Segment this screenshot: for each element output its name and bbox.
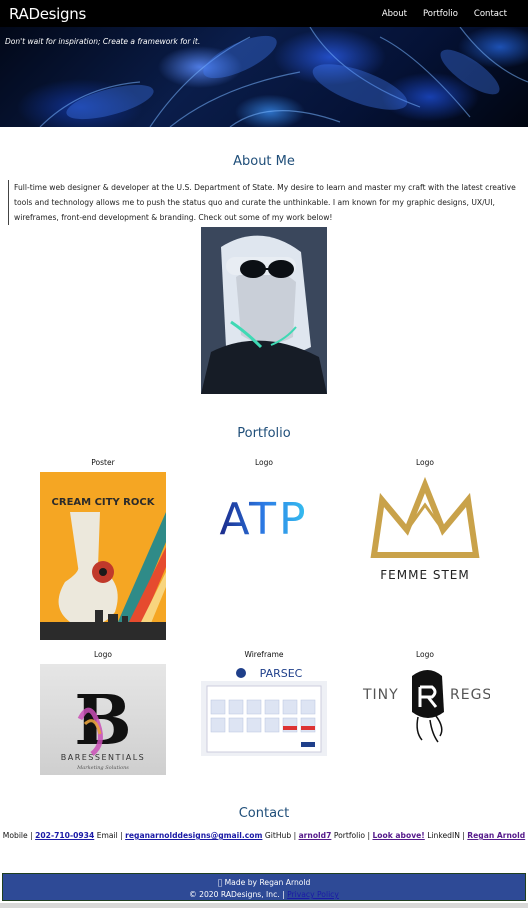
email-link[interactable]: reganarnolddesigns@gmail.com <box>125 831 262 840</box>
contact-info: Mobile | 202-710-0934 Email | reganarnol… <box>0 831 528 840</box>
github-label: GitHub | <box>264 831 297 840</box>
atp-art-text: ATP <box>219 494 308 545</box>
portfolio-link[interactable]: Look above! <box>372 831 424 840</box>
parsec-art-text: PARSEC <box>260 667 303 680</box>
footer-made-by:  Made by Regan Arnold <box>3 877 525 889</box>
bottom-scrollbar[interactable] <box>0 903 528 908</box>
poster-art-text: CREAM CITY ROCK <box>52 497 156 508</box>
profile-photo <box>201 227 327 394</box>
privacy-policy-link[interactable]: Privacy Policy <box>287 890 339 899</box>
portfolio-label-logo-atp: Logo <box>255 458 273 467</box>
portfolio-logo-tiny-regs[interactable]: TINY REGS <box>360 662 490 746</box>
footer-made-by-text: Made by Regan Arnold <box>221 878 311 887</box>
tiny-regs-art-left: TINY <box>362 687 399 703</box>
tiny-regs-art-right: REGS <box>450 687 490 703</box>
linkedin-link[interactable]: Regan Arnold <box>467 831 525 840</box>
portfolio-label-logo-tiny-regs: Logo <box>416 650 434 659</box>
portfolio-logo-baressentials[interactable]: B BARESSENTIALS Marketing Solutions <box>40 664 166 775</box>
mobile-link[interactable]: 202-710-0934 <box>35 831 94 840</box>
contact-title: Contact <box>238 806 290 821</box>
apple-icon:  <box>218 878 223 887</box>
portfolio-label-logo-baressentials: Logo <box>94 650 112 659</box>
copyright-text: © 2020 RADesigns, Inc. | <box>189 890 285 899</box>
baressentials-art-sub: BARESSENTIALS <box>61 753 146 762</box>
portfolio-wireframe-parsec[interactable]: PARSEC <box>201 664 327 756</box>
baressentials-art-letter: B <box>74 681 131 761</box>
footer-copyright: © 2020 RADesigns, Inc. | Privacy Policy <box>3 889 525 901</box>
baressentials-art-sub2: Marketing Solutions <box>76 765 129 771</box>
portfolio-logo-femme-stem[interactable]: FEMME STEM <box>362 475 488 587</box>
nav-link-about[interactable]: About <box>382 9 407 19</box>
hero-banner: Don't wait for inspiration; Create a fra… <box>0 27 528 127</box>
nav-link-contact[interactable]: Contact <box>474 9 507 19</box>
nav-links: About Portfolio Contact <box>366 9 507 19</box>
portfolio-poster-cream-city-rock[interactable]: CREAM CITY ROCK <box>40 472 166 640</box>
femme-stem-art-text: FEMME STEM <box>380 568 469 582</box>
nav-link-portfolio[interactable]: Portfolio <box>423 9 458 19</box>
github-link[interactable]: arnold7 <box>299 831 332 840</box>
linkedin-label: LinkedIN | <box>427 831 465 840</box>
portfolio-label: Portfolio | <box>333 831 371 840</box>
brand-logo[interactable]: RADesigns <box>9 5 86 23</box>
portfolio-label-logo-femme-stem: Logo <box>416 458 434 467</box>
footer:  Made by Regan Arnold © 2020 RADesigns,… <box>2 873 526 901</box>
mobile-label: Mobile | <box>2 831 33 840</box>
portfolio-label-poster: Poster <box>91 458 115 467</box>
about-title: About Me <box>233 154 295 169</box>
portfolio-title: Portfolio <box>237 426 291 441</box>
hero-tagline: Don't wait for inspiration; Create a fra… <box>5 37 201 46</box>
navbar: RADesigns About Portfolio Contact <box>0 0 528 27</box>
portfolio-label-wireframe: Wireframe <box>244 650 284 659</box>
portfolio-logo-atp[interactable]: ATP <box>201 472 327 562</box>
email-label: Email | <box>96 831 123 840</box>
about-description: Full-time web designer & developer at th… <box>8 180 516 225</box>
